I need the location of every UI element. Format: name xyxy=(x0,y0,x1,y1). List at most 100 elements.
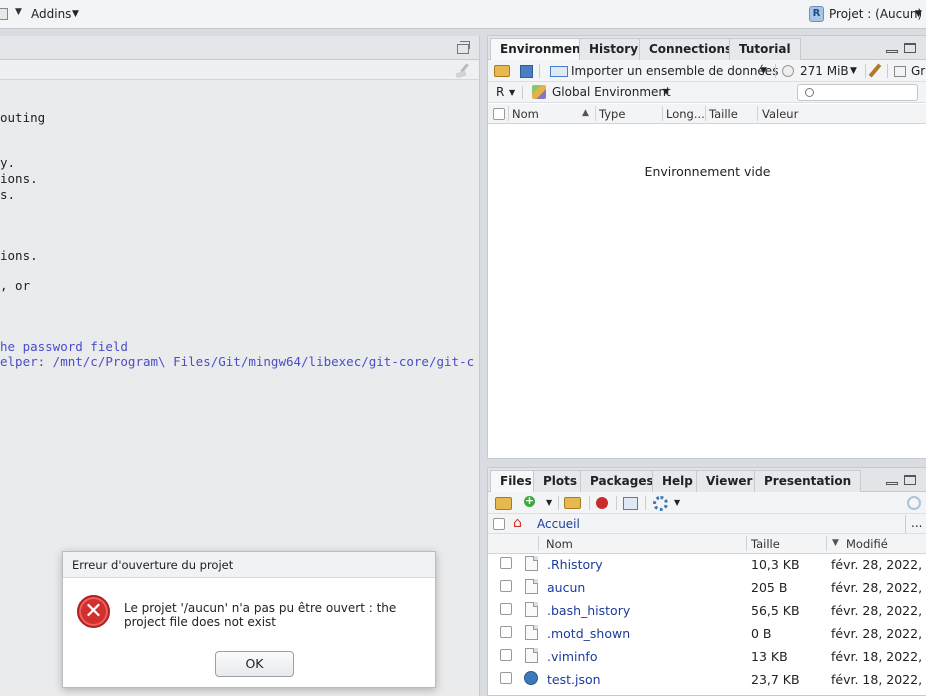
column-value[interactable]: Valeur xyxy=(762,107,798,121)
error-dialog: Erreur d'ouverture du projet ✕ Le projet… xyxy=(62,551,436,688)
import-dataset-button[interactable]: Importer un ensemble de données xyxy=(571,64,778,78)
file-name-link[interactable]: .bash_history xyxy=(547,603,630,618)
broom-icon[interactable] xyxy=(868,63,882,78)
chevron-down-icon[interactable]: ▼ xyxy=(15,7,22,17)
delete-icon[interactable] xyxy=(596,497,608,509)
project-menu[interactable]: Projet : (Aucun) xyxy=(829,7,922,21)
minimize-pane-icon[interactable] xyxy=(886,50,898,53)
column-length[interactable]: Long... xyxy=(666,107,705,121)
column-size[interactable]: Taille xyxy=(709,107,738,121)
toolbar-divider xyxy=(905,515,906,533)
memory-chevron-down-icon[interactable]: ▼ xyxy=(850,66,857,76)
load-workspace-icon[interactable] xyxy=(494,65,510,77)
tab-tutorial[interactable]: Tutorial xyxy=(729,38,801,60)
sort-ascending-icon[interactable]: ▲ xyxy=(582,108,589,118)
select-all-checkbox[interactable] xyxy=(493,518,505,530)
import-dataset-icon[interactable] xyxy=(550,66,568,77)
save-workspace-icon[interactable] xyxy=(520,65,533,78)
refresh-icon[interactable] xyxy=(907,496,921,510)
maximize-pane-icon[interactable] xyxy=(904,43,916,53)
list-item[interactable]: test.json 23,7 KB févr. 18, 2022, xyxy=(488,668,926,691)
json-file-icon xyxy=(524,671,538,685)
column-modified[interactable]: Modifié xyxy=(846,537,888,551)
grid-icon[interactable] xyxy=(0,8,8,20)
row-checkbox[interactable] xyxy=(500,649,512,661)
row-checkbox[interactable] xyxy=(500,557,512,569)
more-options-button[interactable]: ... xyxy=(911,516,922,530)
grid-view-button[interactable]: Gri xyxy=(911,64,926,78)
file-name-link[interactable]: .motd_shown xyxy=(547,626,630,641)
file-icon xyxy=(525,625,538,640)
file-modified: févr. 18, 2022, xyxy=(831,649,923,664)
console-line: y. xyxy=(0,155,16,170)
rename-icon[interactable] xyxy=(623,497,638,510)
environment-scope-select[interactable]: Global Environment xyxy=(552,85,671,99)
maximize-pane-icon[interactable] xyxy=(904,475,916,485)
clear-console-icon[interactable] xyxy=(456,63,472,77)
list-item[interactable]: .viminfo 13 KB févr. 18, 2022, xyxy=(488,645,926,668)
column-type[interactable]: Type xyxy=(599,107,625,121)
console-line: ions. xyxy=(0,171,38,186)
file-name-link[interactable]: .Rhistory xyxy=(547,557,603,572)
column-size[interactable]: Taille xyxy=(751,537,780,551)
breadcrumb-home-link[interactable]: Accueil xyxy=(537,517,580,531)
more-chevron-down-icon[interactable]: ▼ xyxy=(674,498,680,507)
sort-descending-icon[interactable]: ▼ xyxy=(832,538,839,548)
row-checkbox[interactable] xyxy=(500,626,512,638)
column-divider xyxy=(538,536,539,551)
addins-menu[interactable]: Addins xyxy=(31,7,71,21)
column-name[interactable]: Nom xyxy=(512,107,539,121)
file-size: 56,5 KB xyxy=(751,603,800,618)
tab-presentation[interactable]: Presentation xyxy=(754,470,862,492)
file-modified: févr. 28, 2022, xyxy=(831,626,923,641)
file-modified: févr. 28, 2022, xyxy=(831,603,923,618)
column-divider xyxy=(757,106,758,121)
row-checkbox[interactable] xyxy=(500,580,512,592)
new-file-chevron-down-icon[interactable]: ▼ xyxy=(546,498,552,507)
list-item[interactable]: aucun 205 B févr. 28, 2022, xyxy=(488,576,926,599)
select-all-checkbox[interactable] xyxy=(493,108,505,120)
language-select[interactable]: R xyxy=(496,85,504,99)
dialog-message: Le projet '/aucun' n'a pas pu être ouver… xyxy=(124,601,397,629)
gear-icon[interactable] xyxy=(653,496,668,511)
console-pane-header xyxy=(0,36,479,60)
ok-button[interactable]: OK xyxy=(215,651,294,677)
environment-tabbar: Environment History Connections Tutorial xyxy=(488,36,926,60)
environment-pane: Environment History Connections Tutorial… xyxy=(487,35,926,459)
row-checkbox[interactable] xyxy=(500,672,512,684)
grid-view-icon[interactable] xyxy=(894,66,906,77)
list-item[interactable]: .motd_shown 0 B févr. 28, 2022, xyxy=(488,622,926,645)
memory-usage-icon[interactable] xyxy=(782,65,794,77)
scope-chevron-down-icon[interactable]: ▼ xyxy=(663,87,669,96)
tab-plots[interactable]: Plots xyxy=(533,470,588,492)
tab-connections[interactable]: Connections xyxy=(639,38,743,60)
file-name-link[interactable]: test.json xyxy=(547,672,601,687)
memory-usage-label[interactable]: 271 MiB xyxy=(800,64,849,78)
list-item[interactable]: .Rhistory 10,3 KB févr. 28, 2022, xyxy=(488,553,926,576)
import-chevron-down-icon[interactable]: ▼ xyxy=(760,66,767,76)
file-name-link[interactable]: aucun xyxy=(547,580,585,595)
project-chevron-down-icon[interactable]: ▼ xyxy=(915,9,922,19)
row-checkbox[interactable] xyxy=(500,603,512,615)
toolbar-divider xyxy=(865,64,866,78)
toolbar-divider xyxy=(558,496,559,510)
restore-pane-icon[interactable] xyxy=(457,41,470,54)
search-icon xyxy=(805,88,814,97)
environment-scope-bar: R ▼ Global Environment ▼ xyxy=(488,82,926,103)
column-name[interactable]: Nom xyxy=(546,537,573,551)
home-icon[interactable]: ⌂ xyxy=(513,516,529,530)
list-item[interactable]: .bash_history 56,5 KB févr. 28, 2022, xyxy=(488,599,926,622)
addins-chevron-down-icon[interactable]: ▼ xyxy=(72,9,79,19)
environment-search-input[interactable] xyxy=(797,84,918,101)
file-name-link[interactable]: .viminfo xyxy=(547,649,597,664)
minimize-pane-icon[interactable] xyxy=(886,482,898,485)
tab-viewer[interactable]: Viewer xyxy=(696,470,763,492)
language-chevron-down-icon[interactable]: ▼ xyxy=(509,88,515,97)
column-divider xyxy=(705,106,706,121)
new-file-icon[interactable]: + xyxy=(524,495,535,507)
column-divider xyxy=(508,106,509,121)
new-folder-icon[interactable] xyxy=(495,497,512,510)
project-icon[interactable]: R xyxy=(809,6,824,22)
upload-icon[interactable] xyxy=(564,497,581,509)
tab-history[interactable]: History xyxy=(579,38,649,60)
